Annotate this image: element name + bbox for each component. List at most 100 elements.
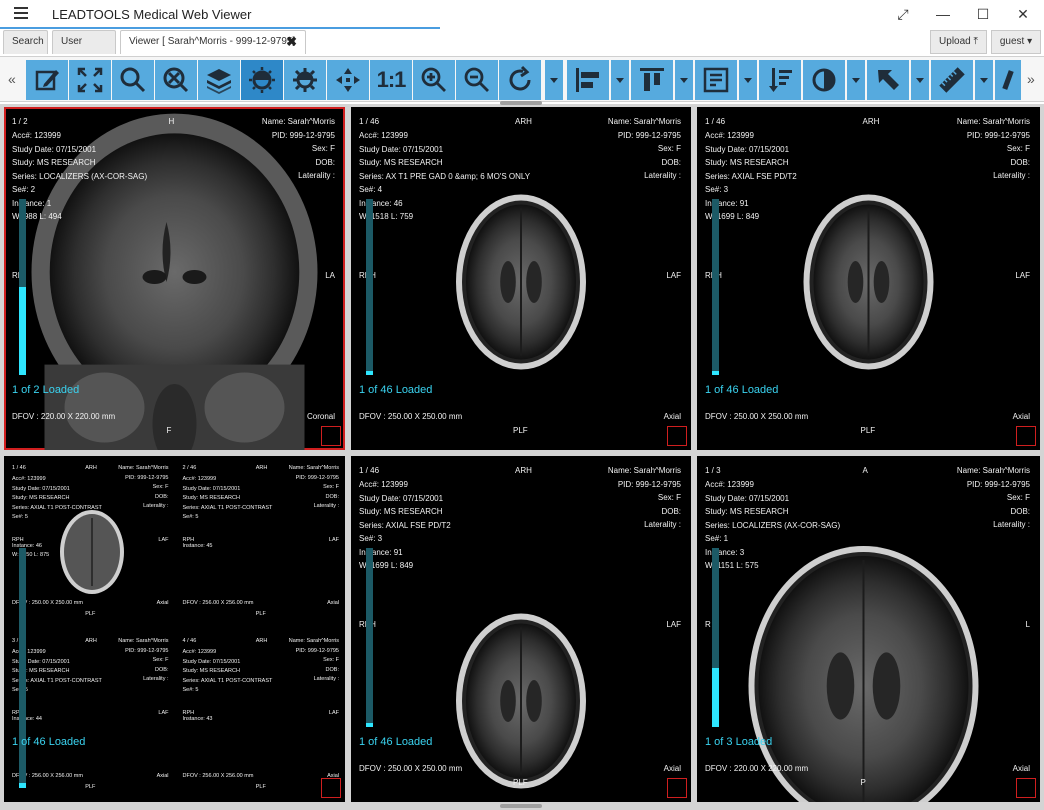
top-resize-handle[interactable]: [500, 101, 542, 105]
sub-cell-1[interactable]: 1 / 46 ARH Acc#: 123999 Study Date: 07/15/2…: [4, 456, 175, 629]
dicom-tag-right: DOB:: [325, 493, 339, 500]
cell-select-box[interactable]: [667, 778, 687, 798]
sub-cell-3[interactable]: 3 / 46ARHAcc#: 123999Study Date: 07/15/2…: [4, 629, 175, 802]
tab-search[interactable]: Search: [3, 30, 48, 54]
cell-select-box[interactable]: [321, 778, 341, 798]
sort-icon[interactable]: [759, 60, 801, 100]
close-tab-icon[interactable]: ✖: [286, 31, 297, 53]
dicom-tag-left: Study Date: 07/15/2001: [359, 144, 444, 154]
loaded-status: 1 of 46 Loaded: [359, 384, 433, 396]
invert-dropdown-icon[interactable]: [847, 60, 865, 100]
dicom-tag-left: Se#: 5: [182, 514, 199, 520]
align-top-icon[interactable]: [631, 60, 673, 100]
cancel-icon[interactable]: [155, 60, 197, 100]
loading-progress-bar: [712, 548, 719, 727]
orientation-bottom: PLF: [513, 426, 528, 435]
viewer-cell-4[interactable]: 1 / 46 ARH Acc#: 123999 Study Date: 07/15/2…: [4, 456, 345, 802]
rotate-icon[interactable]: [499, 60, 541, 100]
orientation-bottom: F: [166, 426, 172, 435]
dicom-tag-left: Series: AXIAL FSE PD/T2: [705, 171, 797, 181]
viewer-cell-5[interactable]: 1 / 46 ARH Acc#: 123999 Study Date: 07/15/2…: [351, 456, 691, 802]
layout-icon[interactable]: [695, 60, 737, 100]
minimize-button[interactable]: —: [928, 4, 958, 26]
dicom-tag-right: Name: Sarah^Morris: [607, 466, 681, 475]
cell-select-box[interactable]: [321, 426, 341, 446]
tab-user-queue[interactable]: User Queue: [52, 30, 116, 69]
dicom-tag-left: Series: LOCALIZERS (AX-COR-SAG): [12, 171, 148, 181]
dicom-tag-left: Acc#: 123999: [182, 476, 217, 482]
viewer-cell-3[interactable]: 1 / 46 ARH Acc#: 123999 Study Date: 07/15/2…: [697, 107, 1040, 450]
toolbar-scroll-left-icon[interactable]: «: [8, 71, 16, 87]
invert-icon[interactable]: [803, 60, 845, 100]
fit-icon[interactable]: [69, 60, 111, 100]
rotate-dropdown-icon[interactable]: [545, 60, 563, 100]
edit-icon[interactable]: [26, 60, 68, 100]
orientation-bottom: P: [860, 778, 866, 787]
orientation-top: ARH: [85, 465, 97, 471]
loaded-status: 1 of 46 Loaded: [359, 736, 433, 748]
tab-viewer[interactable]: Viewer [ Sarah^Morris - 999-12-9795] ✖: [120, 30, 306, 54]
center-icon[interactable]: [327, 60, 369, 100]
upload-button[interactable]: Upload ⤒: [930, 30, 987, 54]
dicom-tag-left: Se#: 4: [359, 185, 383, 194]
orientation-top: H: [168, 117, 175, 126]
close-button[interactable]: ✕: [1008, 4, 1038, 26]
dicom-tag-left: Acc#: 123999: [359, 131, 408, 140]
dicom-tag-right: DOB:: [1010, 157, 1030, 167]
dicom-tag-left: Study: MS RESEARCH: [182, 495, 240, 501]
restore-icon[interactable]: ⤢: [888, 4, 918, 26]
dicom-tag-right: Laterality :: [313, 676, 339, 682]
more-tools-icon[interactable]: [995, 60, 1021, 100]
orientation-right: LAF: [158, 537, 169, 543]
series-index: 1 / 3: [705, 466, 721, 475]
align-left-dropdown-icon[interactable]: [611, 60, 629, 100]
orientation-top: ARH: [255, 638, 268, 644]
layout-dropdown-icon[interactable]: [739, 60, 757, 100]
magnify-icon[interactable]: [112, 60, 154, 100]
zoom-in-icon[interactable]: [413, 60, 455, 100]
series-index: 1 / 46: [359, 466, 380, 475]
dicom-tag-right: Name: Sarah^Morris: [118, 638, 169, 644]
dicom-tag-left: Acc#: 123999: [12, 131, 61, 140]
viewer-cell-6[interactable]: 1 / 3 A Acc#: 123999 Study Date: 07/15/2001…: [697, 456, 1040, 802]
loading-progress-fill: [366, 371, 373, 375]
cell-select-box[interactable]: [1016, 778, 1036, 798]
maximize-button[interactable]: ☐: [968, 4, 998, 26]
zoom-out-icon[interactable]: [456, 60, 498, 100]
dicom-tag-left: Series: LOCALIZERS (AX-COR-SAG): [705, 520, 841, 530]
stack-icon[interactable]: [198, 60, 240, 100]
arrow-dropdown-icon[interactable]: [911, 60, 929, 100]
arrow-annotation-icon[interactable]: [867, 60, 909, 100]
toolbar-scroll-right-icon[interactable]: »: [1027, 71, 1035, 87]
series-index: 4 / 46: [182, 638, 197, 644]
loading-progress-fill: [712, 667, 719, 727]
cell-select-box[interactable]: [1016, 426, 1036, 446]
ruler-icon[interactable]: [931, 60, 973, 100]
settings-icon[interactable]: [284, 60, 326, 100]
viewer-cell-1[interactable]: 1 / 2 H Acc#: 123999 Study Date: 07/15/2001…: [4, 107, 345, 450]
one-to-one-icon[interactable]: 1:1: [370, 60, 412, 100]
bottom-resize-handle[interactable]: [500, 804, 542, 808]
window-level-icon[interactable]: [241, 60, 283, 100]
dicom-tag-left: Instance: 3: [705, 547, 745, 557]
cell-select-box[interactable]: [667, 426, 687, 446]
title-accent-line: [0, 27, 440, 29]
hamburger-menu-icon[interactable]: [14, 7, 28, 19]
plane-label: Axial: [1012, 764, 1030, 773]
viewer-cell-2[interactable]: 1 / 46 ARH Acc#: 123999 Study Date: 07/15/2…: [351, 107, 691, 450]
dicom-tag-right: Laterality :: [644, 520, 681, 529]
plane-label: Axial: [327, 600, 339, 606]
dicom-tag-left: Study Date: 07/15/2001: [182, 658, 241, 665]
align-top-dropdown-icon[interactable]: [675, 60, 693, 100]
orientation-right: L: [1025, 620, 1030, 629]
orientation-top: A: [862, 466, 868, 475]
dicom-tag-left: Se#: 5: [182, 687, 199, 693]
dicom-tag-right: PID: 999-12-9795: [617, 130, 681, 140]
align-left-icon[interactable]: [567, 60, 609, 100]
user-menu-button[interactable]: guest ▾: [991, 30, 1041, 54]
ruler-dropdown-icon[interactable]: [975, 60, 993, 100]
sub-cell-2[interactable]: 2 / 46 ARH Acc#: 123999 Study Date: 07/15/2…: [175, 456, 346, 629]
dicom-tag-left: Study Date: 07/15/2001: [359, 493, 444, 503]
toolbar: « » 1:1: [0, 56, 1044, 102]
sub-cell-4[interactable]: 4 / 46 ARH Acc#: 123999 Study Date: 07/15/2…: [175, 629, 346, 802]
